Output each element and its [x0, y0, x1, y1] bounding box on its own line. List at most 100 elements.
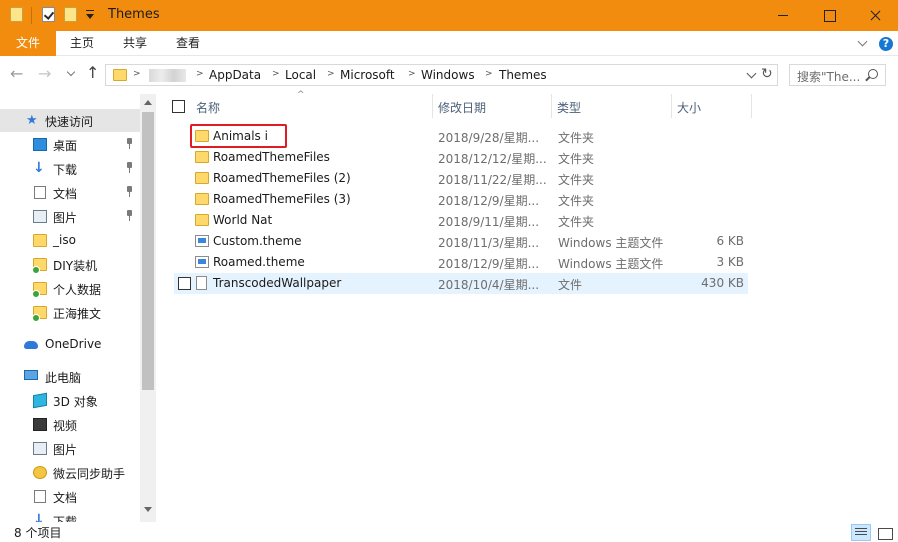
breadcrumb-microsoft[interactable]: Microsoft — [340, 68, 395, 82]
tab-view[interactable]: 查看 — [164, 31, 212, 56]
sidebar-item-personal-data[interactable]: 个人数据 — [0, 277, 140, 300]
breadcrumb-separator[interactable]: > — [327, 69, 335, 79]
folder-icon — [32, 306, 47, 322]
file-name[interactable]: Roamed.theme — [213, 255, 305, 269]
sidebar-item-documents[interactable]: 文档 — [0, 181, 140, 204]
row-checkbox[interactable] — [178, 277, 191, 290]
file-name[interactable]: World Nat — [213, 213, 272, 227]
column-divider[interactable] — [551, 94, 552, 118]
file-row[interactable]: TranscodedWallpaper 2018/10/4/星期... 文件 4… — [174, 273, 748, 294]
forward-button[interactable]: → — [38, 66, 51, 82]
navigation-bar: ← → ↑ > > AppData > Local > Microsoft > … — [0, 56, 898, 94]
sidebar-item-pictures[interactable]: 图片 — [0, 205, 140, 228]
file-name[interactable]: RoamedThemeFiles (2) — [213, 171, 351, 185]
maximize-button[interactable] — [806, 0, 852, 31]
pin-icon[interactable] — [125, 162, 134, 173]
folder-icon[interactable] — [10, 7, 23, 22]
address-bar[interactable]: > > AppData > Local > Microsoft > Window… — [105, 64, 778, 86]
column-header-name[interactable]: 名称 — [196, 99, 220, 116]
pin-icon[interactable] — [125, 138, 134, 149]
breadcrumb-windows[interactable]: Windows — [421, 68, 475, 82]
column-divider[interactable] — [751, 94, 752, 118]
details-view-button[interactable] — [851, 524, 871, 541]
file-name[interactable]: TranscodedWallpaper — [213, 276, 341, 290]
breadcrumb-separator[interactable]: > — [408, 69, 416, 79]
sidebar-item-videos[interactable]: 视频 — [0, 413, 140, 436]
customize-quick-access-icon[interactable] — [85, 9, 95, 21]
sync-check-icon — [32, 290, 40, 298]
breadcrumb-separator[interactable]: > — [485, 69, 493, 79]
pin-icon[interactable] — [125, 210, 134, 221]
pin-icon[interactable] — [125, 186, 134, 197]
sidebar-item-iso[interactable]: _iso — [0, 229, 140, 252]
sidebar-item-quick-access[interactable]: ★ 快速访问 — [0, 109, 140, 132]
refresh-icon[interactable]: ↻ — [761, 66, 773, 82]
sidebar-scrollbar[interactable] — [140, 94, 156, 522]
breadcrumb-separator[interactable]: > — [272, 69, 280, 79]
sidebar-item-label: 文档 — [53, 187, 78, 201]
breadcrumb-appdata[interactable]: AppData — [209, 68, 261, 82]
sidebar-item-weiyun[interactable]: 微云同步助手 — [0, 461, 140, 484]
scroll-up-icon[interactable] — [144, 96, 152, 105]
file-name[interactable]: RoamedThemeFiles — [213, 150, 330, 164]
download-icon: ↓ — [33, 512, 45, 522]
sidebar-item-zhenghai[interactable]: 正海推文 — [0, 301, 140, 324]
window-title: Themes — [108, 7, 160, 22]
file-row[interactable]: RoamedThemeFiles (3) 2018/12/9/星期... 文件夹 — [174, 189, 748, 210]
close-button[interactable] — [852, 0, 898, 31]
address-history-icon[interactable] — [747, 70, 756, 79]
folder-icon — [32, 282, 47, 298]
tab-home[interactable]: 主页 — [58, 31, 106, 56]
breadcrumb-separator[interactable]: > — [196, 69, 204, 79]
sidebar-item-pc-pictures[interactable]: 图片 — [0, 437, 140, 460]
minimize-button[interactable] — [760, 0, 806, 31]
large-icons-view-button[interactable] — [874, 524, 894, 541]
sidebar-item-desktop[interactable]: 桌面 — [0, 133, 140, 156]
file-row[interactable]: RoamedThemeFiles 2018/12/12/星期... 文件夹 — [174, 147, 748, 168]
column-header-size[interactable]: 大小 — [677, 99, 701, 116]
back-button[interactable]: ← — [10, 66, 23, 82]
new-folder-icon[interactable] — [64, 7, 77, 22]
sidebar-item-diy[interactable]: DIY装机 — [0, 253, 140, 276]
pictures-icon — [33, 210, 47, 223]
breadcrumb-themes[interactable]: Themes — [499, 68, 547, 82]
search-icon[interactable] — [868, 69, 878, 79]
sidebar-item-label: 图片 — [53, 443, 78, 457]
column-divider[interactable] — [432, 94, 433, 118]
download-icon: ↓ — [33, 160, 45, 176]
help-icon[interactable]: ? — [879, 37, 893, 51]
file-row[interactable]: Roamed.theme 2018/12/9/星期... Windows 主题文… — [174, 252, 748, 273]
breadcrumb-separator[interactable]: > — [133, 69, 141, 79]
sidebar-item-onedrive[interactable]: OneDrive — [0, 333, 140, 356]
sidebar-item-downloads[interactable]: ↓ 下载 — [0, 157, 140, 180]
breadcrumb-local[interactable]: Local — [285, 68, 316, 82]
file-row[interactable]: World Nat 2018/9/11/星期... 文件夹 — [174, 210, 748, 231]
file-row[interactable]: RoamedThemeFiles (2) 2018/11/22/星期... 文件… — [174, 168, 748, 189]
sidebar-item-3d-objects[interactable]: 3D 对象 — [0, 389, 140, 412]
file-name[interactable]: RoamedThemeFiles (3) — [213, 192, 351, 206]
select-all-checkbox[interactable] — [172, 100, 185, 113]
search-input[interactable]: 搜索"The... — [797, 68, 860, 85]
column-divider[interactable] — [671, 94, 672, 118]
sidebar-item-pc-downloads[interactable]: ↓ 下载 — [0, 509, 140, 522]
file-date: 2018/10/4/星期... — [438, 278, 540, 292]
sidebar-item-label: 文档 — [53, 491, 78, 505]
sidebar-item-this-pc[interactable]: 此电脑 — [0, 365, 140, 388]
scroll-down-icon[interactable] — [144, 507, 152, 515]
file-name[interactable]: Custom.theme — [213, 234, 302, 248]
recent-locations-icon[interactable] — [67, 69, 76, 78]
breadcrumb-blurred-user[interactable] — [149, 69, 186, 82]
column-header-type[interactable]: 类型 — [557, 99, 581, 116]
scrollbar-thumb[interactable] — [142, 112, 154, 390]
properties-icon[interactable] — [42, 7, 55, 22]
file-row[interactable]: Custom.theme 2018/11/3/星期... Windows 主题文… — [174, 231, 748, 252]
tab-share[interactable]: 共享 — [111, 31, 159, 56]
tab-file[interactable]: 文件 — [0, 31, 56, 56]
search-box[interactable]: 搜索"The... — [789, 64, 886, 86]
sidebar-item-pc-documents[interactable]: 文档 — [0, 485, 140, 508]
column-header-date[interactable]: 修改日期 — [438, 99, 486, 116]
expand-ribbon-icon[interactable] — [858, 38, 867, 47]
sidebar-item-label: 3D 对象 — [53, 395, 98, 409]
up-button[interactable]: ↑ — [86, 65, 99, 81]
file-date: 2018/11/3/星期... — [438, 236, 540, 250]
